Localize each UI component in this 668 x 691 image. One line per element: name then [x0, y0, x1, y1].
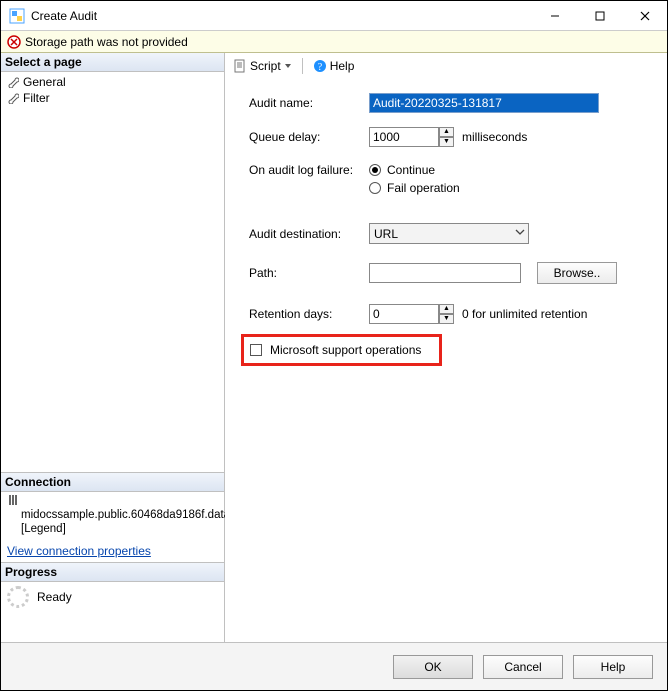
titlebar: Create Audit — [1, 1, 667, 31]
failure-continue-radio[interactable]: Continue — [369, 163, 460, 177]
queue-delay-units: milliseconds — [462, 130, 527, 144]
retention-row: Retention days: ▲▼ 0 for unlimited reten… — [249, 304, 647, 324]
failure-label: On audit log failure: — [249, 161, 369, 177]
app-icon — [9, 8, 25, 24]
maximize-button[interactable] — [577, 1, 622, 30]
retention-stepper[interactable]: ▲▼ — [369, 304, 454, 324]
path-row: Path: Browse.. — [249, 262, 647, 284]
queue-delay-input[interactable] — [369, 127, 439, 147]
form-area: Audit name: Queue delay: ▲▼ milliseconds… — [225, 79, 667, 374]
sidebar-item-general[interactable]: General — [1, 74, 224, 90]
minimize-icon — [550, 11, 560, 21]
help-icon: ? — [313, 59, 327, 73]
destination-select[interactable] — [369, 223, 529, 244]
audit-name-input[interactable] — [369, 93, 599, 113]
ms-support-checkbox[interactable] — [250, 344, 262, 356]
dialog-footer: OK Cancel Help — [1, 642, 667, 690]
queue-delay-spin[interactable]: ▲▼ — [439, 127, 454, 147]
dialog-body: Select a page General Filter Connection … — [1, 53, 667, 642]
radio-unselected-icon — [369, 182, 381, 194]
path-label: Path: — [249, 266, 369, 280]
chevron-down-icon — [284, 62, 292, 70]
toolbar-separator — [302, 58, 303, 74]
error-icon — [7, 35, 21, 49]
path-input[interactable] — [369, 263, 521, 283]
queue-delay-row: Queue delay: ▲▼ milliseconds — [249, 127, 647, 147]
failure-row: On audit log failure: Continue Fail oper… — [249, 161, 647, 201]
error-banner: Storage path was not provided — [1, 31, 667, 53]
close-button[interactable] — [622, 1, 667, 30]
failure-continue-label: Continue — [387, 163, 435, 177]
maximize-icon — [595, 11, 605, 21]
progress-row: Ready — [1, 582, 224, 612]
window-title: Create Audit — [31, 9, 97, 23]
wrench-icon — [7, 76, 19, 88]
destination-value[interactable] — [369, 223, 529, 244]
sidebar-item-label: Filter — [23, 91, 50, 105]
progress-header: Progress — [1, 562, 224, 582]
failure-fail-label: Fail operation — [387, 181, 460, 195]
audit-name-row: Audit name: — [249, 93, 647, 113]
view-connection-link[interactable]: View connection properties — [1, 540, 224, 562]
queue-delay-stepper[interactable]: ▲▼ — [369, 127, 454, 147]
help-label: Help — [330, 59, 355, 73]
minimize-button[interactable] — [532, 1, 577, 30]
failure-fail-radio[interactable]: Fail operation — [369, 181, 460, 195]
queue-delay-label: Queue delay: — [249, 130, 369, 144]
script-label: Script — [250, 59, 281, 73]
audit-name-label: Audit name: — [249, 96, 369, 110]
progress-status: Ready — [37, 590, 72, 604]
destination-row: Audit destination: — [249, 223, 647, 244]
wrench-icon — [7, 92, 19, 104]
footer-help-button[interactable]: Help — [573, 655, 653, 679]
sidebar-item-label: General — [23, 75, 66, 89]
content-area: Script ? Help Audit name: Queue delay: — [225, 53, 667, 642]
retention-input[interactable] — [369, 304, 439, 324]
select-page-header: Select a page — [1, 53, 224, 72]
close-icon — [640, 11, 650, 21]
ok-button[interactable]: OK — [393, 655, 473, 679]
cancel-button[interactable]: Cancel — [483, 655, 563, 679]
server-icon — [7, 494, 19, 506]
help-button[interactable]: ? Help — [309, 57, 359, 75]
connection-info: midocssample.public.60468da9186f.databas… — [1, 492, 224, 540]
page-list: General Filter — [1, 72, 224, 112]
create-audit-dialog: Create Audit Storage path was not provid… — [0, 0, 668, 691]
content-toolbar: Script ? Help — [225, 53, 667, 79]
browse-button[interactable]: Browse.. — [537, 262, 617, 284]
progress-spinner-icon — [7, 586, 29, 608]
script-icon — [233, 59, 247, 73]
connection-header: Connection — [1, 472, 224, 492]
sidebar-item-filter[interactable]: Filter — [1, 90, 224, 106]
ms-support-label: Microsoft support operations — [270, 343, 421, 357]
radio-selected-icon — [369, 164, 381, 176]
retention-label: Retention days: — [249, 307, 369, 321]
svg-text:?: ? — [317, 62, 322, 73]
sidebar: Select a page General Filter Connection … — [1, 53, 225, 642]
script-button[interactable]: Script — [229, 57, 296, 75]
ms-support-highlight: Microsoft support operations — [241, 334, 442, 366]
error-text: Storage path was not provided — [25, 35, 188, 49]
retention-hint: 0 for unlimited retention — [462, 307, 587, 321]
destination-label: Audit destination: — [249, 227, 369, 241]
retention-spin[interactable]: ▲▼ — [439, 304, 454, 324]
